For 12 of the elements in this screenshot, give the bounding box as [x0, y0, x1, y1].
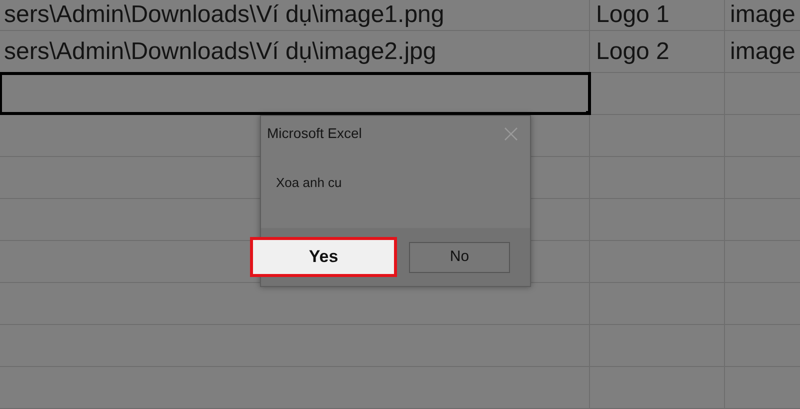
cell-text: sers\Admin\Downloads\Ví dụ\image2.jpg: [4, 36, 436, 66]
dialog-title: Microsoft Excel: [267, 124, 362, 143]
cell-text: sers\Admin\Downloads\Ví dụ\image1.png: [4, 1, 444, 30]
dialog-button[interactable]: No: [409, 242, 510, 272]
dialog-message: Xoa anh cu: [276, 175, 342, 190]
cell-text: image: [730, 36, 796, 66]
close-icon[interactable]: [504, 126, 518, 140]
cell-text: Logo 2: [596, 36, 670, 66]
cell-text: Logo 1: [596, 1, 670, 30]
cell-text: image: [730, 1, 796, 30]
selected-cell[interactable]: [0, 73, 590, 114]
dialog-button[interactable]: Yes: [250, 237, 397, 277]
